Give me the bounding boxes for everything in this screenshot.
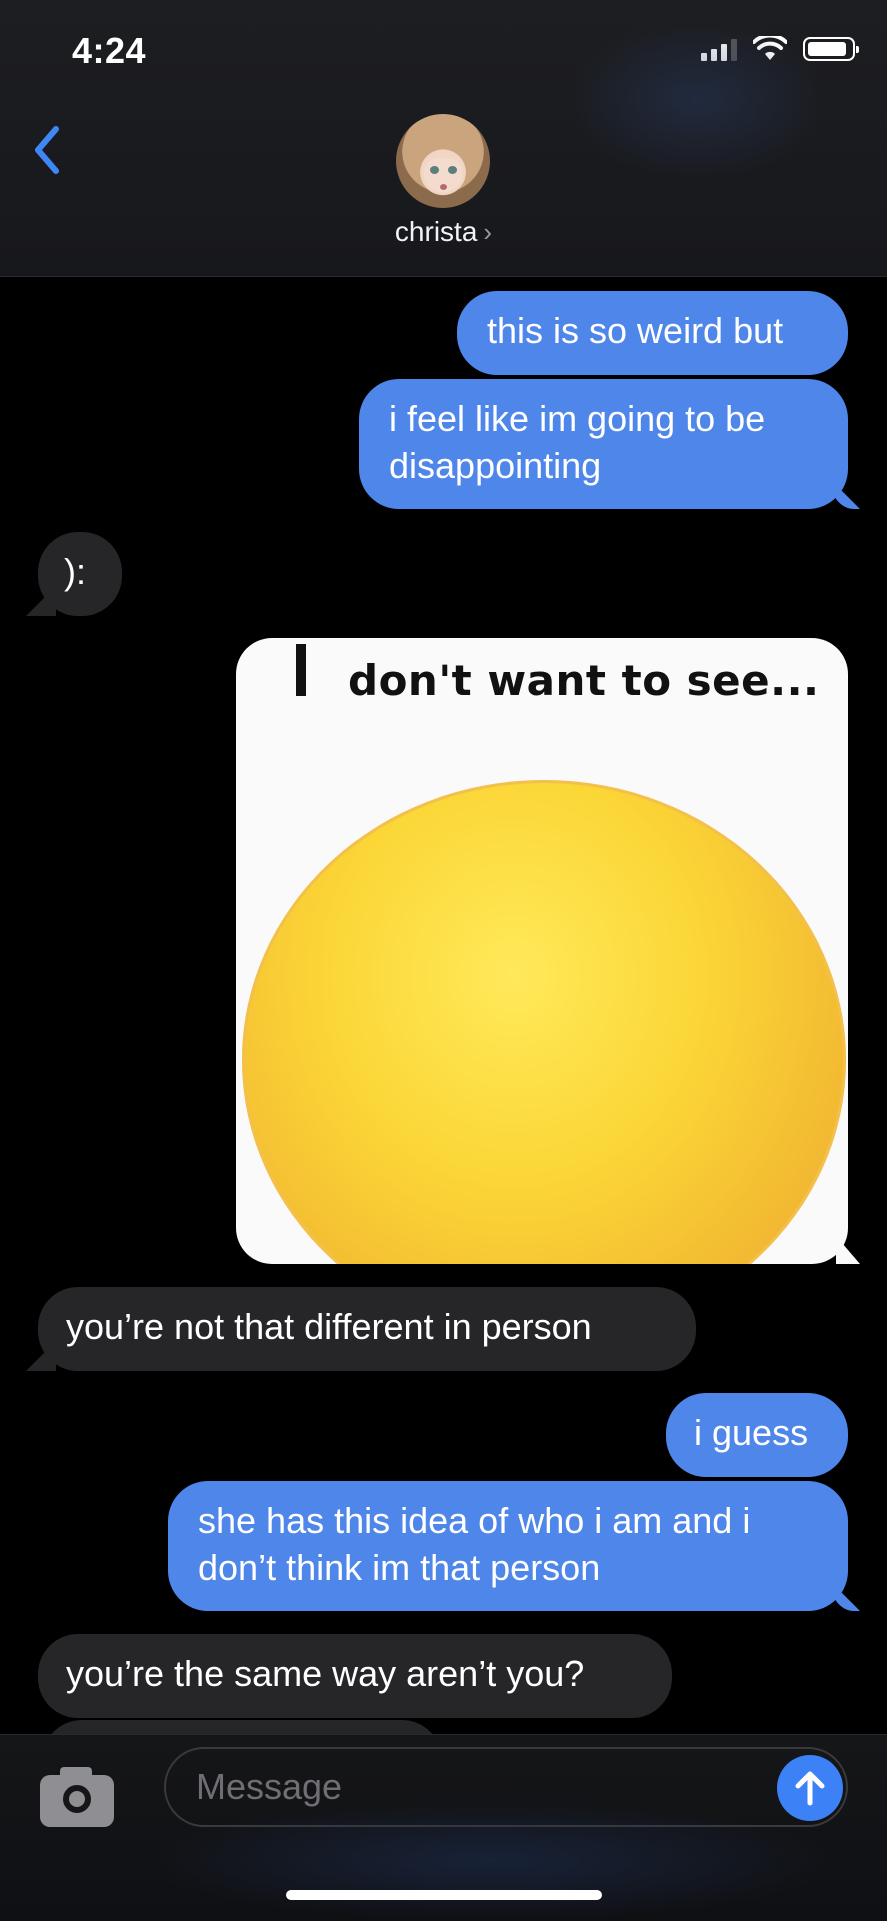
- home-indicator[interactable]: [286, 1890, 602, 1900]
- message-bubble-outgoing[interactable]: she has this idea of who i am and i don’…: [168, 1481, 848, 1611]
- message-bubble-outgoing[interactable]: i feel like im going to be disappointing: [359, 379, 848, 509]
- message-bubble-incoming[interactable]: you’re not that different in person: [38, 1287, 696, 1371]
- signal-icon: [701, 37, 737, 61]
- expressionless-emoji-image: [242, 780, 846, 1264]
- back-button[interactable]: [22, 120, 72, 180]
- chevron-right-icon: ›: [483, 217, 493, 247]
- back-chevron-icon: [35, 126, 59, 174]
- status-time: 4:24: [72, 30, 147, 71]
- send-button[interactable]: [777, 1755, 843, 1821]
- image-attachment[interactable]: don't want to see...: [236, 638, 848, 1264]
- conversation-header: 4:24 christa ›: [0, 0, 887, 277]
- wifi-icon: [753, 36, 787, 60]
- send-arrow-icon: [795, 1771, 825, 1806]
- message-bubble-outgoing[interactable]: i guess: [666, 1393, 848, 1477]
- contact-avatar[interactable]: [396, 114, 490, 208]
- camera-button[interactable]: [40, 1765, 114, 1827]
- message-bubble-outgoing[interactable]: this is so weird but: [457, 291, 848, 375]
- image-caption-text: don't want to see...: [348, 656, 820, 705]
- status-icons: [701, 36, 859, 62]
- message-bubble-incoming[interactable]: ):: [38, 532, 122, 616]
- contact-name[interactable]: christa ›: [0, 216, 887, 248]
- message-bubble-incoming[interactable]: you’re the same way aren’t you?: [38, 1634, 672, 1718]
- battery-icon: [803, 37, 859, 61]
- message-input[interactable]: [164, 1747, 848, 1827]
